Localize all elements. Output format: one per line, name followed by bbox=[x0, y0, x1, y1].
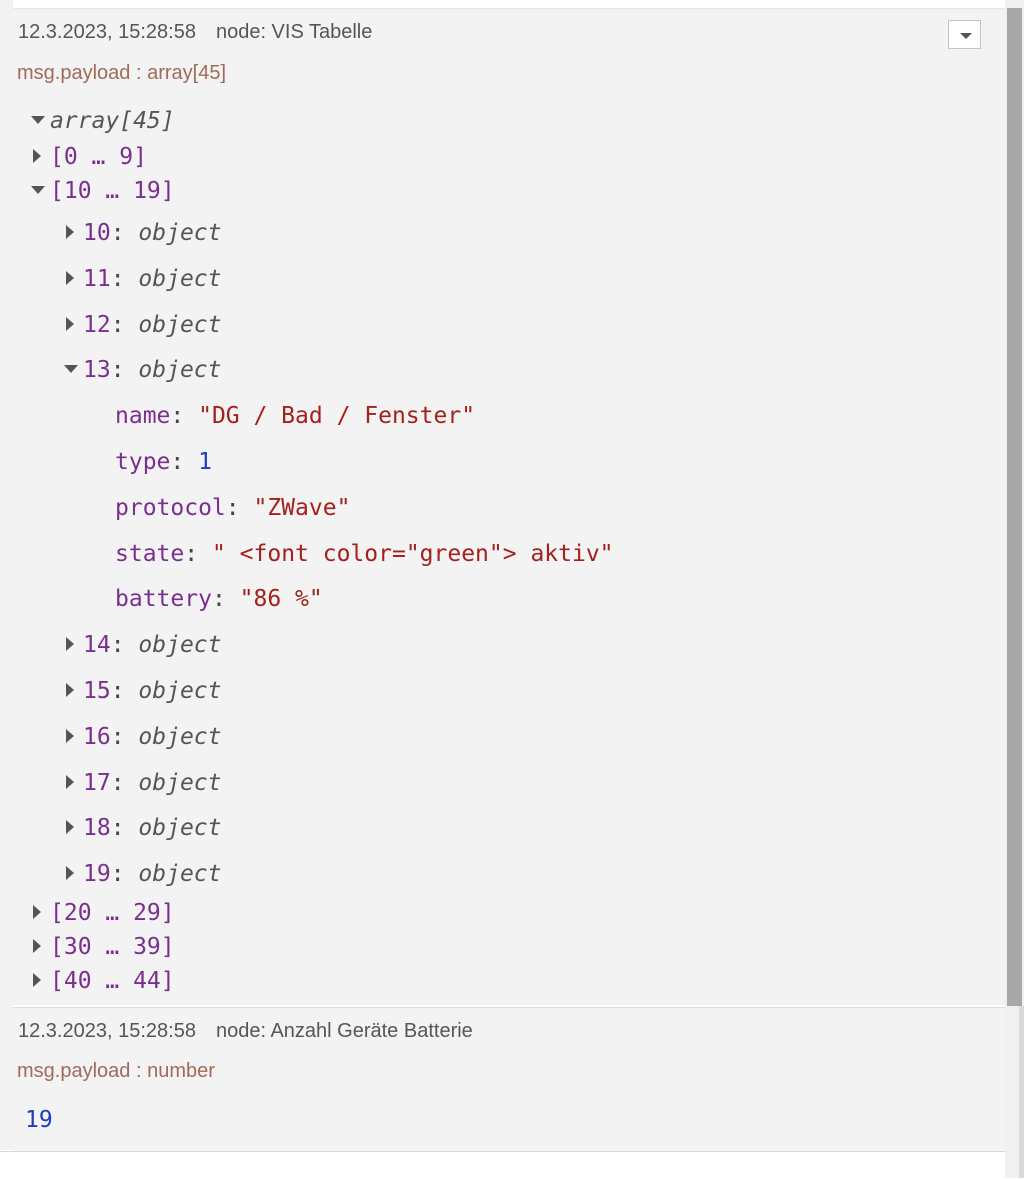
scrollbar-thumb[interactable] bbox=[1007, 8, 1022, 1006]
tree-item-10[interactable]: 10: object bbox=[66, 219, 222, 247]
scrollbar-lower bbox=[1019, 1006, 1024, 1178]
item-type: object bbox=[138, 220, 222, 246]
caret-right-icon bbox=[66, 819, 74, 834]
item-type: object bbox=[138, 861, 222, 887]
field-protocol: protocol: "ZWave" bbox=[115, 495, 351, 521]
field-value: "DG / Bad / Fenster" bbox=[198, 403, 476, 429]
caret-right-icon bbox=[33, 148, 41, 163]
field-key: type bbox=[115, 449, 171, 475]
root-label: array[45] bbox=[50, 108, 175, 134]
item-type: object bbox=[138, 266, 222, 292]
tree-root[interactable]: array[45] bbox=[31, 107, 175, 135]
tree-group-30-39[interactable]: [30 … 39] bbox=[33, 933, 175, 961]
field-key: state bbox=[115, 541, 185, 567]
caret-right-icon bbox=[66, 224, 74, 239]
message-menu-button[interactable] bbox=[948, 20, 981, 49]
tree-item-17[interactable]: 17: object bbox=[66, 769, 222, 797]
item-type: object bbox=[138, 815, 222, 841]
tree-item-11[interactable]: 11: object bbox=[66, 265, 222, 293]
item-key: 17 bbox=[83, 770, 111, 796]
field-name: name: "DG / Bad / Fenster" bbox=[115, 403, 476, 429]
panel-bottom bbox=[0, 1151, 1005, 1179]
item-key: 12 bbox=[83, 312, 111, 338]
tree-item-18[interactable]: 18: object bbox=[66, 814, 222, 842]
caret-right-icon bbox=[66, 682, 74, 697]
item-key: 16 bbox=[83, 724, 111, 750]
debug-message-anzahl-batterie: 12.3.2023, 15:28:58 node: Anzahl Geräte B… bbox=[13, 1007, 1005, 1151]
caret-right-icon bbox=[66, 636, 74, 651]
item-key: 19 bbox=[83, 861, 111, 887]
caret-down-icon bbox=[64, 364, 78, 373]
field-battery: battery: "86 %" bbox=[115, 586, 323, 612]
field-value: "86 %" bbox=[239, 586, 323, 612]
tree-group-40-44[interactable]: [40 … 44] bbox=[33, 967, 175, 995]
message-meta: 12.3.2023, 15:28:58 node: Anzahl Geräte B… bbox=[18, 1020, 473, 1043]
tree-item-14[interactable]: 14: object bbox=[66, 631, 222, 659]
field-state: state: " <font color="green"> aktiv" bbox=[115, 541, 614, 567]
field-value: " <font color="green"> aktiv" bbox=[211, 541, 614, 567]
message-node[interactable]: node: VIS Tabelle bbox=[216, 21, 372, 43]
caret-right-icon bbox=[66, 865, 74, 880]
item-key: 18 bbox=[83, 815, 111, 841]
item-type: object bbox=[138, 678, 222, 704]
item-type: object bbox=[138, 724, 222, 750]
tree-group-10-19[interactable]: [10 … 19] bbox=[31, 177, 175, 205]
field-value: 1 bbox=[198, 449, 212, 475]
field-value: "ZWave" bbox=[253, 495, 351, 521]
caret-down-icon bbox=[31, 115, 45, 124]
item-type: object bbox=[138, 770, 222, 796]
tree-item-15[interactable]: 15: object bbox=[66, 677, 222, 705]
tree-item-12[interactable]: 12: object bbox=[66, 311, 222, 339]
previous-message-edge bbox=[13, 0, 1005, 9]
caret-right-icon bbox=[33, 972, 41, 987]
group-label: [40 … 44] bbox=[50, 968, 175, 994]
item-key: 10 bbox=[83, 220, 111, 246]
left-gutter bbox=[0, 0, 13, 1150]
item-key: 11 bbox=[83, 266, 111, 292]
field-key: name bbox=[115, 403, 171, 429]
caret-right-icon bbox=[66, 270, 74, 285]
group-label: [0 … 9] bbox=[50, 144, 147, 170]
field-key: protocol bbox=[115, 495, 226, 521]
tree-item-19[interactable]: 19: object bbox=[66, 860, 222, 888]
item-type: object bbox=[138, 357, 222, 383]
group-label: [10 … 19] bbox=[50, 178, 175, 204]
group-label: [20 … 29] bbox=[50, 900, 175, 926]
caret-down-icon bbox=[31, 185, 45, 194]
number-value: 19 bbox=[25, 1107, 53, 1133]
message-topic: msg.payload : array[45] bbox=[17, 62, 226, 84]
message-meta: 12.3.2023, 15:28:58 node: VIS Tabelle bbox=[18, 21, 372, 44]
tree-item-16[interactable]: 16: object bbox=[66, 723, 222, 751]
caret-right-icon bbox=[33, 904, 41, 919]
caret-right-icon bbox=[66, 774, 74, 789]
item-key: 14 bbox=[83, 632, 111, 658]
caret-right-icon bbox=[66, 728, 74, 743]
item-type: object bbox=[138, 632, 222, 658]
message-timestamp: 12.3.2023, 15:28:58 bbox=[18, 1020, 196, 1042]
payload-value: 19 bbox=[25, 1106, 53, 1134]
message-node[interactable]: node: Anzahl Geräte Batterie bbox=[216, 1020, 473, 1042]
group-label: [30 … 39] bbox=[50, 934, 175, 960]
debug-message-vis-tabelle: 12.3.2023, 15:28:58 node: VIS Tabelle msg… bbox=[13, 9, 1005, 1005]
tree-item-13[interactable]: 13: object bbox=[64, 356, 222, 384]
message-topic: msg.payload : number bbox=[17, 1060, 215, 1082]
message-timestamp: 12.3.2023, 15:28:58 bbox=[18, 21, 196, 43]
tree-group-0-9[interactable]: [0 … 9] bbox=[33, 143, 147, 171]
item-key: 15 bbox=[83, 678, 111, 704]
chevron-down-icon bbox=[960, 33, 972, 39]
caret-right-icon bbox=[33, 938, 41, 953]
item-key: 13 bbox=[83, 357, 111, 383]
field-type: type: 1 bbox=[115, 449, 212, 475]
item-type: object bbox=[138, 312, 222, 338]
field-key: battery bbox=[115, 586, 212, 612]
tree-group-20-29[interactable]: [20 … 29] bbox=[33, 899, 175, 927]
caret-right-icon bbox=[66, 316, 74, 331]
